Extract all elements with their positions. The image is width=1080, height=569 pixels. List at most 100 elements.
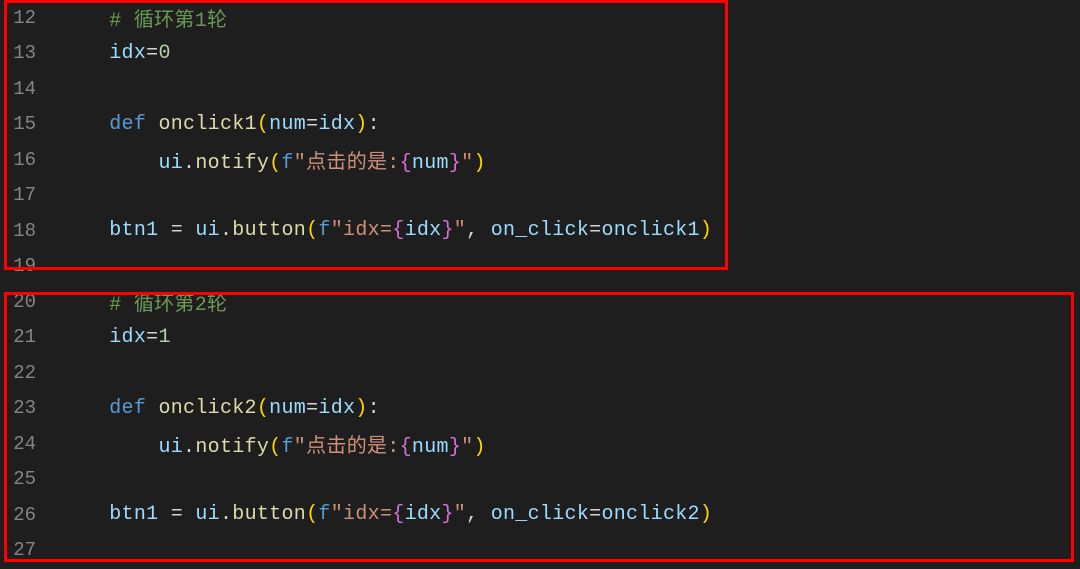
token: {	[392, 219, 404, 242]
token: =	[589, 503, 601, 526]
token: idx	[318, 113, 355, 136]
token	[146, 113, 158, 136]
token: num	[269, 397, 306, 420]
token: {	[400, 152, 412, 175]
line-number: 24	[0, 433, 60, 455]
code-line[interactable]: 14	[0, 71, 1080, 107]
token: num	[412, 436, 449, 459]
code-content[interactable]: ui.notify(f"点击的是:{num}")	[60, 145, 1080, 175]
token: =	[589, 219, 601, 242]
token: {	[392, 503, 404, 526]
token: num	[269, 113, 306, 136]
token: =	[171, 503, 183, 526]
code-line[interactable]: 20 # 循环第2轮	[0, 284, 1080, 320]
code-content[interactable]: # 循环第2轮	[60, 287, 1080, 317]
token: 1	[158, 326, 170, 349]
token: )	[700, 503, 712, 526]
token: idx	[318, 397, 355, 420]
token: .	[220, 503, 232, 526]
code-line[interactable]: 23 def onclick2(num=idx):	[0, 391, 1080, 427]
token: }	[449, 152, 461, 175]
token: :	[368, 397, 380, 420]
token: (	[269, 152, 281, 175]
token: =	[306, 397, 318, 420]
token	[183, 503, 195, 526]
token: on_click	[491, 219, 589, 242]
token: ui	[158, 152, 183, 175]
line-number: 22	[0, 362, 60, 384]
token: idx	[109, 42, 146, 65]
token: :	[368, 113, 380, 136]
code-content[interactable]: idx=1	[60, 326, 1080, 349]
token: "点击的是:	[294, 152, 400, 175]
code-line[interactable]: 26 btn1 = ui.button(f"idx={idx}", on_cli…	[0, 497, 1080, 533]
token: .	[220, 219, 232, 242]
token: (	[257, 397, 269, 420]
token: }	[449, 436, 461, 459]
code-line[interactable]: 12 # 循环第1轮	[0, 0, 1080, 36]
token: )	[473, 436, 485, 459]
token: =	[171, 219, 183, 242]
code-line[interactable]: 24 ui.notify(f"点击的是:{num}")	[0, 426, 1080, 462]
token: ,	[466, 219, 491, 242]
code-line[interactable]: 19	[0, 249, 1080, 285]
token: .	[183, 152, 195, 175]
token: =	[146, 326, 158, 349]
line-number: 23	[0, 397, 60, 419]
token: .	[183, 436, 195, 459]
token: onclick1	[601, 219, 699, 242]
token: (	[269, 436, 281, 459]
token: num	[412, 152, 449, 175]
line-number: 18	[0, 220, 60, 242]
line-number: 26	[0, 504, 60, 526]
token: # 循环第1轮	[109, 10, 227, 33]
code-content[interactable]: idx=0	[60, 42, 1080, 65]
code-line[interactable]: 15 def onclick1(num=idx):	[0, 107, 1080, 143]
code-line[interactable]: 16 ui.notify(f"点击的是:{num}")	[0, 142, 1080, 178]
code-line[interactable]: 13 idx=0	[0, 36, 1080, 72]
token: "	[454, 219, 466, 242]
token: )	[355, 397, 367, 420]
line-number: 19	[0, 255, 60, 277]
code-editor[interactable]: 12 # 循环第1轮13 idx=01415 def onclick1(num=…	[0, 0, 1080, 568]
code-line[interactable]: 18 btn1 = ui.button(f"idx={idx}", on_cli…	[0, 213, 1080, 249]
token: =	[306, 113, 318, 136]
code-line[interactable]: 21 idx=1	[0, 320, 1080, 356]
token: f	[318, 219, 330, 242]
token: def	[109, 397, 146, 420]
token: f	[281, 152, 293, 175]
token: {	[400, 436, 412, 459]
token: (	[257, 113, 269, 136]
token	[158, 219, 170, 242]
line-number: 14	[0, 78, 60, 100]
code-line[interactable]: 25	[0, 462, 1080, 498]
token: ui	[195, 503, 220, 526]
line-number: 15	[0, 113, 60, 135]
token: btn1	[109, 503, 158, 526]
token: }	[441, 503, 453, 526]
code-content[interactable]: def onclick1(num=idx):	[60, 113, 1080, 136]
code-content[interactable]: btn1 = ui.button(f"idx={idx}", on_click=…	[60, 503, 1080, 526]
token: f	[281, 436, 293, 459]
token: onclick2	[158, 397, 256, 420]
token: "	[461, 152, 473, 175]
line-number: 12	[0, 7, 60, 29]
token: "idx=	[331, 503, 393, 526]
token: "	[461, 436, 473, 459]
code-content[interactable]: def onclick2(num=idx):	[60, 397, 1080, 420]
token: # 循环第2轮	[109, 294, 227, 317]
token: ui	[158, 436, 183, 459]
code-content[interactable]: ui.notify(f"点击的是:{num}")	[60, 429, 1080, 459]
code-line[interactable]: 27	[0, 533, 1080, 569]
code-line[interactable]: 22	[0, 355, 1080, 391]
token: def	[109, 113, 146, 136]
token: )	[700, 219, 712, 242]
token: idx	[405, 219, 442, 242]
token: button	[232, 503, 306, 526]
code-content[interactable]: btn1 = ui.button(f"idx={idx}", on_click=…	[60, 219, 1080, 242]
line-number: 17	[0, 184, 60, 206]
token: }	[441, 219, 453, 242]
code-line[interactable]: 17	[0, 178, 1080, 214]
code-content[interactable]: # 循环第1轮	[60, 3, 1080, 33]
token: on_click	[491, 503, 589, 526]
